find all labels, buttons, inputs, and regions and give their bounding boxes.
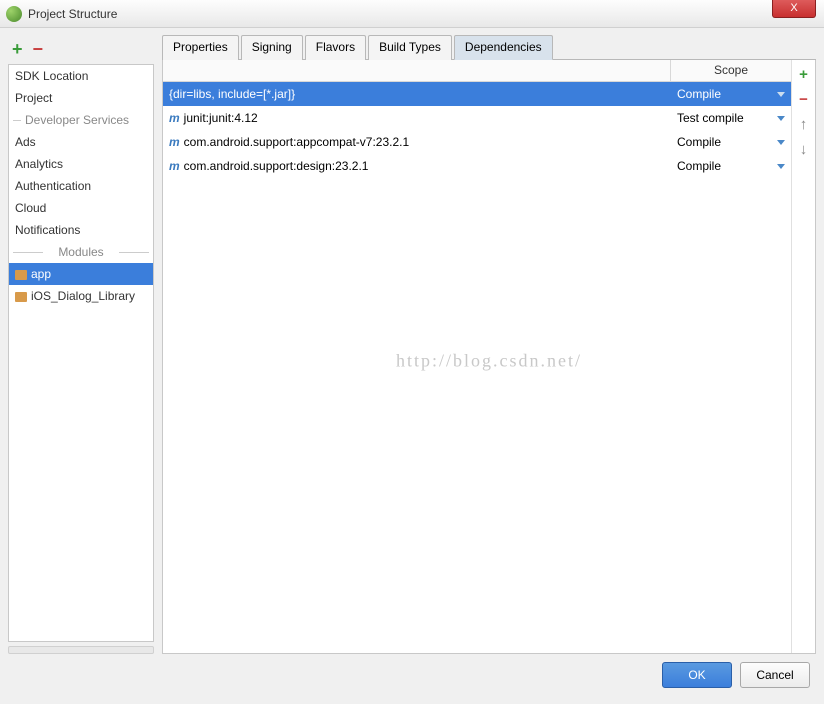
close-button[interactable]: X	[772, 0, 816, 18]
dialog-body: + − SDK Location Project Developer Servi…	[0, 28, 824, 654]
tabs: Properties Signing Flavors Build Types D…	[162, 34, 816, 60]
dependency-scope[interactable]: Compile	[677, 135, 721, 149]
move-down-button[interactable]: ↓	[800, 141, 808, 158]
column-scope: Scope	[671, 60, 791, 81]
dependency-row[interactable]: m com.android.support:appcompat-v7:23.2.1…	[163, 130, 791, 154]
window-title: Project Structure	[28, 7, 117, 21]
remove-dependency-button[interactable]: −	[799, 91, 808, 108]
chevron-down-icon[interactable]	[777, 164, 785, 169]
sidebar-item-ads[interactable]: Ads	[9, 131, 153, 153]
sidebar-module-ios-dialog-library[interactable]: iOS_Dialog_Library	[9, 285, 153, 307]
dependency-row[interactable]: m com.android.support:design:23.2.1 Compi…	[163, 154, 791, 178]
main-panel: Properties Signing Flavors Build Types D…	[162, 34, 816, 654]
dependencies-content: Scope {dir=libs, include=[*.jar]} Compil…	[162, 60, 816, 654]
sidebar-module-app[interactable]: app	[9, 263, 153, 285]
dependency-scope[interactable]: Test compile	[677, 111, 744, 125]
sidebar-toolbar: + −	[8, 34, 154, 64]
add-module-button[interactable]: +	[12, 39, 23, 60]
tab-properties[interactable]: Properties	[162, 35, 239, 60]
dependency-name: com.android.support:design:23.2.1	[184, 159, 369, 173]
remove-module-button[interactable]: −	[33, 39, 44, 60]
tab-build-types[interactable]: Build Types	[368, 35, 452, 60]
chevron-down-icon[interactable]	[777, 92, 785, 97]
dependencies-table: Scope {dir=libs, include=[*.jar]} Compil…	[163, 60, 791, 653]
chevron-down-icon[interactable]	[777, 140, 785, 145]
dependencies-rows: {dir=libs, include=[*.jar]} Compile mjun…	[163, 82, 791, 178]
sidebar-item-project[interactable]: Project	[9, 87, 153, 109]
sidebar: + − SDK Location Project Developer Servi…	[8, 34, 154, 654]
folder-icon	[15, 292, 27, 302]
titlebar: Project Structure X	[0, 0, 824, 28]
sidebar-list: SDK Location Project Developer Services …	[8, 64, 154, 642]
tab-signing[interactable]: Signing	[241, 35, 303, 60]
cancel-button[interactable]: Cancel	[740, 662, 810, 688]
sidebar-scrollbar[interactable]	[8, 646, 154, 654]
dependency-name: junit:junit:4.12	[184, 111, 258, 125]
tab-flavors[interactable]: Flavors	[305, 35, 366, 60]
sidebar-item-analytics[interactable]: Analytics	[9, 153, 153, 175]
sidebar-item-notifications[interactable]: Notifications	[9, 219, 153, 241]
dependency-name: {dir=libs, include=[*.jar]}	[169, 87, 295, 101]
dependency-row[interactable]: {dir=libs, include=[*.jar]} Compile	[163, 82, 791, 106]
sidebar-section-developer-services: Developer Services	[9, 109, 153, 131]
footer: OK Cancel	[0, 654, 824, 696]
dependency-row[interactable]: m junit:junit:4.12 Test compile	[163, 106, 791, 130]
dependency-name: com.android.support:appcompat-v7:23.2.1	[184, 135, 409, 149]
move-up-button[interactable]: ↑	[800, 116, 808, 133]
sidebar-item-sdk-location[interactable]: SDK Location	[9, 65, 153, 87]
dependencies-header: Scope	[163, 60, 791, 82]
dependency-scope[interactable]: Compile	[677, 87, 721, 101]
dependency-tools: + − ↑ ↓	[791, 60, 815, 653]
sidebar-item-cloud[interactable]: Cloud	[9, 197, 153, 219]
ok-button[interactable]: OK	[662, 662, 732, 688]
maven-icon: m	[169, 135, 180, 149]
module-label: iOS_Dialog_Library	[31, 289, 135, 303]
sidebar-item-authentication[interactable]: Authentication	[9, 175, 153, 197]
tab-dependencies[interactable]: Dependencies	[454, 35, 553, 60]
folder-icon	[15, 270, 27, 280]
app-icon	[6, 6, 22, 22]
add-dependency-button[interactable]: +	[799, 66, 808, 83]
sidebar-section-modules: Modules	[9, 241, 153, 263]
module-label: app	[31, 267, 51, 281]
chevron-down-icon[interactable]	[777, 116, 785, 121]
column-name	[163, 60, 671, 81]
maven-icon: m	[169, 111, 180, 125]
dependency-scope[interactable]: Compile	[677, 159, 721, 173]
maven-icon: m	[169, 159, 180, 173]
